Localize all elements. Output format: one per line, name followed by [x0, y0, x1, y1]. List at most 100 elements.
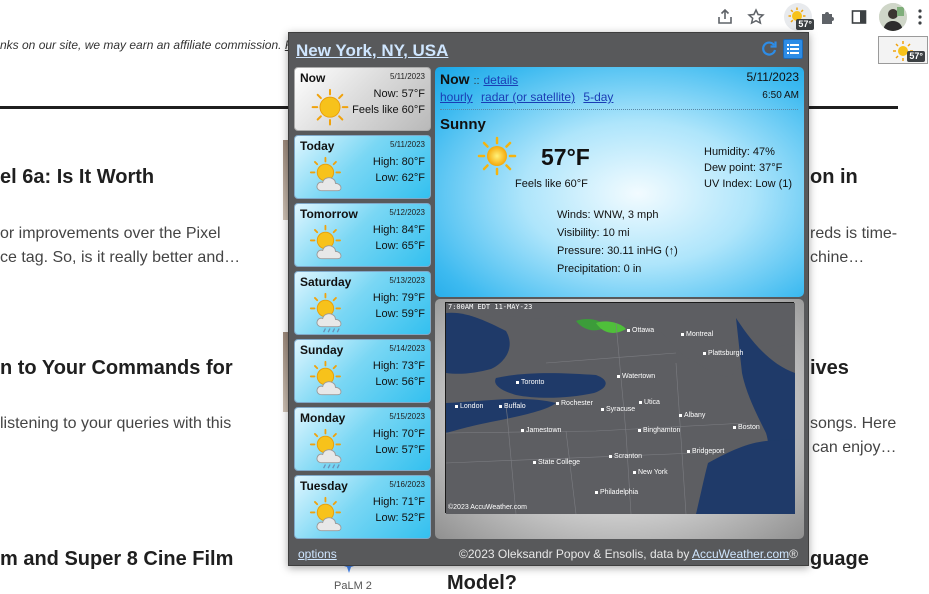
day-high: High: 70°F [372, 428, 425, 440]
forecast-day-saturday[interactable]: Saturday 5/13/2023 High: 79°F Low: 59°F [294, 271, 431, 335]
article-excerpt: reds is time- [810, 225, 898, 242]
city-dot [601, 408, 604, 411]
precipitation: Precipitation: 0 in [557, 263, 642, 275]
city-dot [681, 333, 684, 336]
city-dot [455, 405, 458, 408]
partly-cloudy-icon [309, 496, 342, 532]
now-divider [440, 109, 798, 110]
day-high: High: 84°F [372, 224, 425, 236]
condition-text: Sunny [440, 116, 486, 133]
now-links: hourly radar (or satellite) 5-day [440, 90, 618, 104]
radar-city-label: Rochester [561, 400, 593, 407]
day-high: High: 73°F [372, 360, 425, 372]
article-excerpt: can enjoy… [812, 439, 897, 456]
radar-city-label: Binghamton [643, 427, 681, 434]
radar-timestamp: 7:00AM EDT 11-MAY-23 [448, 303, 533, 311]
forecast-day-sunday[interactable]: Sunday 5/14/2023 High: 73°F Low: 56°F [294, 339, 431, 403]
city-dot [633, 471, 636, 474]
temperature-badge: 57° [907, 51, 925, 62]
hourly-link[interactable]: hourly [440, 90, 473, 104]
city-dot [609, 455, 612, 458]
radar-city-label: Plattsburgh [708, 350, 744, 357]
day-name: Tomorrow [300, 207, 358, 221]
radar-city-label: Ottawa [632, 327, 655, 334]
day-name: Saturday [300, 275, 352, 289]
accuweather-link[interactable]: AccuWeather.com [692, 547, 789, 561]
profile-avatar[interactable] [879, 3, 907, 31]
radar-city-label: Scranton [614, 453, 643, 460]
share-icon[interactable] [711, 3, 739, 31]
article-title[interactable]: on in [810, 166, 858, 189]
forecast-day-today[interactable]: Today 5/11/2023 High: 80°F Low: 62°F [294, 135, 431, 199]
day-high: High: 71°F [372, 496, 425, 508]
day-high: High: 80°F [372, 156, 425, 168]
day-low: Feels like 60°F [352, 104, 425, 116]
day-low: Low: 57°F [375, 444, 425, 456]
location-link[interactable]: New York, NY, USA [296, 41, 448, 61]
city-dot [595, 491, 598, 494]
forecast-day-tomorrow[interactable]: Tomorrow 5/12/2023 High: 84°F Low: 65°F [294, 203, 431, 267]
browser-toolbar: 57° [0, 0, 929, 34]
day-date: 5/13/2023 [389, 276, 425, 285]
extensions-icon[interactable] [814, 3, 842, 31]
kebab-menu-icon[interactable] [911, 3, 929, 31]
radar-city-label: Utica [644, 399, 660, 406]
city-dot [687, 450, 690, 453]
article-title[interactable]: Model? [447, 572, 517, 594]
radar-copyright: ©2023 AccuWeather.com [448, 504, 527, 511]
refresh-icon[interactable] [760, 40, 778, 58]
day-low: Low: 52°F [375, 512, 425, 524]
now-time: 6:50 AM [762, 90, 799, 101]
radar-city-label: Boston [738, 424, 760, 431]
floating-extension-badge[interactable]: 57° [878, 36, 928, 64]
article-title[interactable]: ives [810, 357, 849, 380]
list-menu-icon[interactable] [783, 39, 803, 59]
star-icon[interactable] [742, 3, 770, 31]
pressure: Pressure: 30.11 inHG (↑) [557, 245, 678, 257]
radar-city-label: New York [638, 469, 668, 476]
popup-footer: options ©2023 Oleksandr Popov & Ensolis,… [289, 539, 808, 567]
day-date: 5/11/2023 [390, 72, 425, 81]
radar-city-label: Philadelphia [600, 489, 639, 496]
radar-link[interactable]: radar (or satellite) [481, 90, 575, 104]
article-title[interactable]: n to Your Commands for [0, 357, 233, 380]
partly-cloudy-icon [309, 224, 342, 260]
uv-index: UV Index: Low (1) [704, 178, 793, 190]
city-dot [627, 329, 630, 332]
radar-city-label: State College [538, 459, 581, 466]
forecast-day-monday[interactable]: Monday 5/15/2023 High: 70°F Low: 57°F [294, 407, 431, 471]
city-dot [639, 401, 642, 404]
day-low: Low: 65°F [375, 240, 425, 252]
details-link[interactable]: details [483, 73, 518, 87]
article-excerpt: songs. Here [810, 415, 897, 432]
five-day-link[interactable]: 5-day [583, 90, 613, 104]
side-panel-icon[interactable] [845, 3, 873, 31]
forecast-day-now[interactable]: Now 5/11/2023 Now: 57°F Feels like 60°F [294, 67, 431, 131]
weather-popup: New York, NY, USA Now 5/11/2023 Now: 57°F F… [288, 32, 809, 566]
weather-extension-button[interactable]: 57° [784, 3, 814, 31]
day-high: High: 79°F [372, 292, 425, 304]
radar-city-label: Toronto [521, 379, 545, 386]
article-title[interactable]: el 6a: Is It Worth [0, 166, 154, 189]
temperature-badge: 57° [796, 19, 814, 30]
options-link[interactable]: options [298, 547, 337, 561]
radar-city-label: Albany [684, 412, 706, 419]
city-dot [617, 375, 620, 378]
city-dot [733, 426, 736, 429]
radar-city-label: Montreal [686, 331, 714, 338]
day-name: Today [300, 139, 335, 153]
city-dot [533, 461, 536, 464]
day-date: 5/11/2023 [390, 140, 425, 149]
article-excerpt: listening to your queries with this [0, 415, 232, 432]
article-title[interactable]: m and Super 8 Cine Film [0, 548, 233, 571]
day-date: 5/16/2023 [389, 480, 425, 489]
sun-icon [311, 88, 349, 126]
radar-map[interactable]: 7:00AM EDT 11-MAY-23 ©2023 AccuWeather.c… [445, 302, 795, 514]
humidity: Humidity: 47% [704, 146, 775, 158]
now-date: 5/11/2023 [746, 70, 800, 84]
city-dot [703, 352, 706, 355]
radar-panel: 7:00AM EDT 11-MAY-23 ©2023 AccuWeather.c… [435, 299, 804, 539]
article-title[interactable]: guage [810, 548, 869, 571]
forecast-day-tuesday[interactable]: Tuesday 5/16/2023 High: 71°F Low: 52°F [294, 475, 431, 539]
day-name: Tuesday [300, 479, 348, 493]
